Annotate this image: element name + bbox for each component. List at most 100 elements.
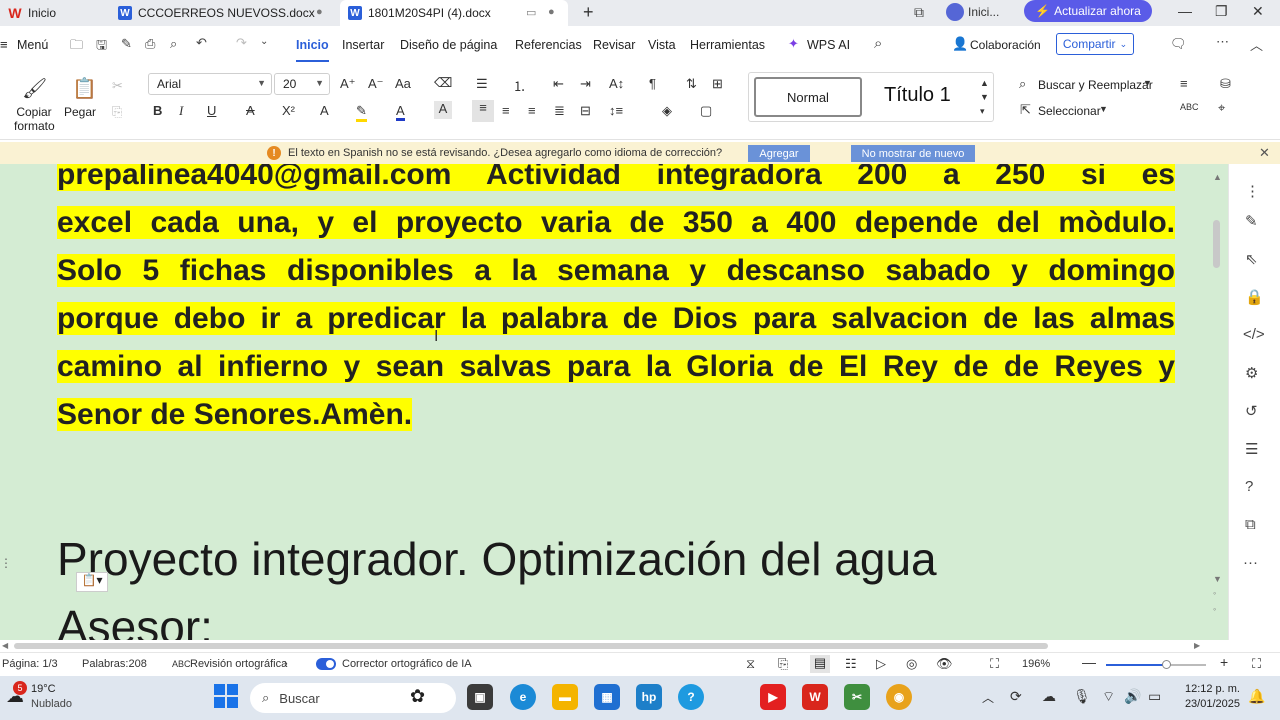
ribbon-extra-icon[interactable]: ⛁ (1220, 76, 1231, 92)
web-view-icon[interactable]: ◎ (906, 656, 917, 672)
document-paragraph[interactable]: prepalinea4040@gmail.com Actividad integ… (57, 164, 1175, 439)
upgrade-button[interactable]: ⚡ Actualizar ahora (1024, 0, 1152, 22)
paste-button[interactable]: Pegar (64, 105, 96, 119)
new-tab-plus-icon[interactable]: + (583, 2, 594, 23)
print-icon[interactable]: ⎙ (145, 36, 155, 52)
change-case-icon[interactable]: Aa (395, 76, 411, 91)
heading-project[interactable]: Proyecto integrador. Optimización del ag… (57, 532, 937, 586)
tab-vista[interactable]: Vista (648, 38, 676, 52)
windows-start-icon[interactable] (214, 684, 238, 708)
increase-font-icon[interactable]: A⁺ (340, 76, 356, 92)
format-painter-icon[interactable]: 🖌 (22, 76, 47, 101)
battery-icon[interactable]: ▭ (1148, 688, 1161, 705)
sync-icon[interactable]: ⟳ (1010, 688, 1022, 705)
spell-check-icon[interactable]: ABC (1180, 102, 1199, 112)
distributed-icon[interactable]: ⊟ (580, 103, 591, 119)
italic-icon[interactable]: I (179, 103, 183, 119)
font-family-select[interactable]: Arial ▼ (148, 73, 272, 95)
menu-button[interactable]: Menú (17, 38, 48, 52)
print-preview-icon[interactable]: ⌕ (170, 36, 177, 52)
increase-indent-icon[interactable]: ⇥ (580, 76, 591, 92)
minimize-icon[interactable]: — (1178, 3, 1192, 19)
read-mode-icon[interactable]: ⎘ (778, 656, 788, 672)
view-icon[interactable]: ⧖ (746, 656, 755, 672)
document-canvas[interactable]: prepalinea4040@gmail.com Actividad integ… (0, 164, 1228, 640)
find-replace-button[interactable]: Buscar y Reemplazar (1038, 78, 1153, 92)
youtube-icon[interactable]: ▶ (760, 684, 786, 710)
zoom-out-icon[interactable]: — (1082, 654, 1096, 670)
subheading-advisor[interactable]: Asesor: (57, 600, 213, 640)
style-normal[interactable]: Normal (754, 77, 862, 117)
paragraph-shading-icon[interactable]: ◈ (662, 103, 672, 119)
decrease-font-icon[interactable]: A⁻ (368, 76, 384, 92)
font-size-select[interactable]: 20 ▼ (274, 73, 330, 95)
account-label[interactable]: Inici... (968, 5, 999, 19)
clock-date[interactable]: 23/01/2025 (1180, 698, 1240, 710)
open-folder-icon[interactable]: 🗀 (70, 36, 83, 58)
zoom-slider[interactable] (1106, 660, 1206, 669)
close-icon[interactable]: ✕ (1252, 3, 1264, 20)
zoom-level[interactable]: 196% (1022, 658, 1050, 670)
bullets-icon[interactable]: ☰ (476, 76, 488, 92)
sidebar-overflow-icon[interactable]: ··· (1243, 554, 1258, 571)
clear-format-icon[interactable]: ⌫ (434, 75, 452, 91)
help-icon[interactable]: ? (1245, 478, 1253, 495)
tab-stops-icon[interactable]: ⊞ (712, 76, 723, 92)
text-effect-icon[interactable]: A (320, 103, 329, 118)
save-icon[interactable]: 🖫 (96, 36, 107, 58)
page-view-icon[interactable]: ▤ (810, 655, 830, 673)
play-icon[interactable]: ▷ (876, 656, 886, 672)
cursor-select-icon[interactable]: ⇖ (1245, 250, 1258, 268)
edit-pencil-icon[interactable]: ✎ (1245, 212, 1258, 230)
tab-referencias[interactable]: Referencias (515, 38, 582, 52)
next-page-icon[interactable]: ◦ (1213, 604, 1216, 614)
dont-show-again-button[interactable]: No mostrar de nuevo (851, 145, 975, 162)
select-button[interactable]: Seleccionar (1038, 104, 1101, 118)
comment-icon[interactable]: 🗨 (1170, 36, 1187, 52)
character-shading-icon[interactable]: A (434, 101, 452, 119)
spell-check-status[interactable]: Revisión ortográfica (190, 658, 287, 670)
more-icon[interactable]: ⋯ (1216, 34, 1229, 50)
history-icon[interactable]: ↺ (1245, 402, 1258, 420)
eye-protection-icon[interactable]: 👁 (936, 656, 953, 672)
chevron-down-icon[interactable]: ▼ (1099, 104, 1108, 114)
code-icon[interactable]: </> (1243, 326, 1265, 343)
wifi-icon[interactable]: ⌔ (1102, 688, 1115, 706)
underline-icon[interactable]: U (207, 103, 216, 118)
brush-icon[interactable]: ✎ (121, 36, 132, 52)
tab-insertar[interactable]: Insertar (342, 38, 384, 52)
strikethrough-icon[interactable]: A (246, 103, 255, 118)
sidebar-more-icon[interactable]: ⋮ (1245, 182, 1260, 200)
redo-icon[interactable]: ↷ (236, 35, 247, 51)
task-view-icon[interactable]: ▣ (467, 684, 493, 710)
prev-page-icon[interactable]: ◦ (1213, 588, 1216, 598)
copy-format-label[interactable]: Copiar formato (14, 105, 55, 133)
ai-spell-toggle[interactable] (316, 658, 336, 670)
text-direction-icon[interactable]: A↕ (609, 76, 624, 91)
chevron-down-icon[interactable]: ▼ (1143, 78, 1152, 88)
justify-icon[interactable]: ≣ (554, 103, 565, 119)
undo-icon[interactable]: ↶ (196, 35, 207, 51)
window-switch-icon[interactable]: ⧉ (914, 4, 924, 21)
edge-browser-icon[interactable]: e (510, 684, 536, 710)
align-center-icon[interactable]: ≡ (502, 103, 510, 118)
align-right-icon[interactable]: ≡ (528, 103, 536, 118)
file-explorer-icon[interactable]: ▬ (552, 684, 578, 710)
collaboration-button[interactable]: Colaboración (970, 38, 1041, 52)
page-indicator[interactable]: Página: 1/3 (2, 658, 58, 670)
font-color-icon[interactable]: A (396, 103, 405, 121)
styles-more-icon[interactable]: ▾ (980, 106, 985, 117)
styles-scroll-up-icon[interactable]: ▲ (980, 78, 989, 88)
ribbon-extra-2-icon[interactable]: ⌖ (1218, 100, 1225, 116)
fullscreen-icon[interactable]: ⛶ (1252, 656, 1261, 672)
scroll-left-icon[interactable]: ◀ (2, 641, 8, 650)
zoom-slider-handle[interactable] (1162, 660, 1171, 669)
line-spacing-icon[interactable]: ↕≡ (609, 103, 623, 118)
clock-time[interactable]: 12:12 p. m. (1180, 683, 1240, 695)
hamburger-icon[interactable]: ≡ (0, 37, 8, 52)
tab-inicio[interactable]: Inicio (296, 38, 329, 62)
horizontal-scrollbar[interactable]: ◀ ▶ (0, 640, 1228, 652)
microphone-icon[interactable]: 🎙 (1073, 688, 1091, 705)
show-hidden-icons-icon[interactable]: ︿ (982, 689, 994, 706)
align-left-icon[interactable]: ≡ (472, 100, 494, 122)
